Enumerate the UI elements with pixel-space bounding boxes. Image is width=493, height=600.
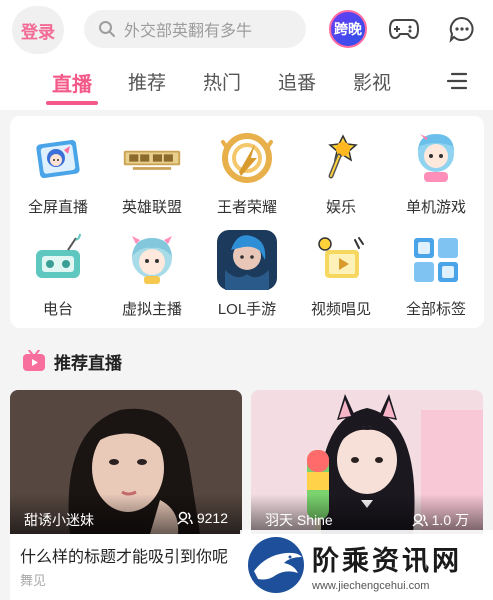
- lol-mobile-icon: [217, 230, 277, 290]
- viewer-count-value: 1.0 万: [431, 512, 469, 528]
- recommended-live-header: 推荐直播: [22, 346, 122, 376]
- tab-film[interactable]: 影视: [353, 68, 391, 95]
- category-label: 娱乐: [325, 199, 356, 216]
- category-honor-of-kings[interactable]: 王者荣耀: [199, 122, 295, 222]
- viewers-icon: [177, 511, 193, 525]
- category-label: 虚拟主播: [121, 301, 182, 318]
- viewers-icon: [412, 513, 428, 527]
- category-single-player[interactable]: 单机游戏: [388, 122, 484, 222]
- category-virtual-streamer[interactable]: 虚拟主播: [104, 224, 200, 324]
- tab-hot[interactable]: 热门: [203, 68, 241, 95]
- search-input[interactable]: 外交部英翻有多牛: [84, 10, 306, 48]
- tab-live[interactable]: 直播: [52, 68, 92, 97]
- category-label: 电台: [42, 301, 73, 318]
- streamer-name: 甜诱小迷妹: [24, 512, 94, 528]
- league-of-legends-logo: [123, 150, 181, 170]
- login-button[interactable]: 登录: [12, 6, 64, 54]
- kuawan-event-button[interactable]: 跨晚: [329, 10, 367, 48]
- channel-tabs: 直播 推荐 热门 追番 影视: [0, 60, 493, 110]
- search-placeholder: 外交部英翻有多牛: [124, 23, 253, 40]
- virtual-streamer-icon: [132, 236, 172, 284]
- tab-recommend[interactable]: 推荐: [128, 68, 166, 95]
- streamer-name: 羽天 Shine: [265, 512, 333, 528]
- active-tab-indicator: [46, 101, 98, 105]
- category-label: 英雄联盟: [121, 199, 182, 216]
- single-player-icon: [418, 134, 454, 182]
- category-label: 全屏直播: [27, 199, 88, 216]
- category-entertainment[interactable]: 娱乐: [293, 122, 389, 222]
- radio-icon: [36, 233, 81, 278]
- menu-icon[interactable]: [446, 70, 468, 92]
- viewer-count: 9212: [177, 510, 228, 526]
- all-tags-icon: [414, 238, 458, 282]
- fullscreen-live-icon: [36, 139, 80, 179]
- section-title: 推荐直播: [54, 353, 122, 373]
- category-all-tags[interactable]: 全部标签: [388, 224, 484, 324]
- honor-of-kings-logo: [221, 133, 273, 183]
- message-icon: [449, 16, 474, 43]
- category-lol-mobile[interactable]: LOL手游: [199, 224, 295, 324]
- category-label: 视频唱见: [310, 301, 371, 318]
- eagle-logo-icon: [248, 537, 304, 593]
- viewer-count-value: 9212: [196, 510, 228, 526]
- stream-title: 什么样的标题才能吸引到你呢: [20, 549, 229, 566]
- category-label: 单机游戏: [405, 199, 466, 216]
- watermark-url: www.jiechengcehui.com: [312, 579, 430, 592]
- site-watermark: 阶乘资讯网 www.jiechengcehui.com: [240, 530, 493, 600]
- category-label: LOL手游: [217, 301, 277, 318]
- watermark-site-name: 阶乘资讯网: [312, 545, 462, 577]
- category-league-of-legends[interactable]: 英雄联盟: [104, 122, 200, 222]
- category-radio[interactable]: 电台: [10, 224, 106, 324]
- message-button[interactable]: [446, 13, 478, 45]
- tv-icon: [23, 350, 45, 371]
- category-fullscreen-live[interactable]: 全屏直播: [10, 122, 106, 222]
- stream-card[interactable]: 甜诱小迷妹 9212 什么样的标题才能吸引到你呢 舞见: [10, 390, 242, 600]
- tab-anime[interactable]: 追番: [278, 68, 316, 95]
- category-label: 全部标签: [405, 301, 466, 318]
- microphone-icon: [328, 134, 358, 179]
- category-grid: 全屏直播 英雄联盟 王者荣耀 娱乐 单机游戏 电台 虚拟主播 LOL手游 视频唱…: [10, 116, 484, 328]
- search-icon: [99, 21, 115, 37]
- gamepad-icon: [388, 19, 420, 40]
- category-video-singing[interactable]: 视频唱见: [293, 224, 389, 324]
- top-bar: 登录 外交部英翻有多牛 跨晚: [0, 0, 493, 60]
- viewer-count: 1.0 万: [412, 510, 469, 530]
- stream-category: 舞见: [20, 573, 47, 588]
- category-label: 王者荣耀: [216, 199, 277, 216]
- gamepad-button[interactable]: [388, 13, 420, 45]
- video-singing-icon: [318, 237, 364, 278]
